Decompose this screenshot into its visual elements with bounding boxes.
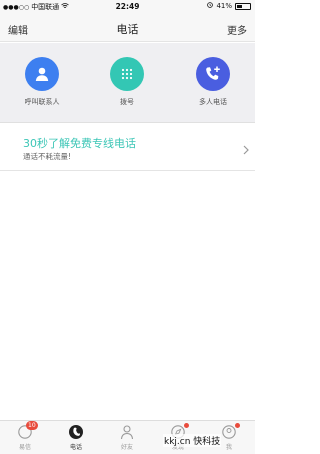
phone-icon [68, 424, 84, 440]
friends-icon [119, 424, 135, 440]
conference-call-button[interactable]: 多人电话 [178, 57, 248, 107]
tab-messages[interactable]: 10 易信 [8, 421, 42, 451]
promo-subtitle: 通话不耗流量! [23, 152, 72, 161]
battery-icon [235, 2, 251, 10]
dialpad-label: 拨号 [120, 98, 134, 106]
battery-percent: 41% [216, 2, 232, 10]
tab-messages-label: 易信 [18, 444, 31, 451]
conference-call-icon [196, 57, 230, 91]
tab-friends[interactable]: 好友 [110, 424, 144, 451]
alarm-icon [207, 2, 214, 10]
promo-banner[interactable]: 30秒了解免费专线电话 通话不耗流量! [0, 123, 255, 171]
contact-icon [25, 57, 59, 91]
tab-phone-label: 电话 [69, 444, 82, 451]
tab-friends-label: 好友 [120, 444, 133, 451]
battery-level [237, 4, 242, 8]
dialpad-icon [110, 57, 144, 91]
discover-dot-badge [184, 423, 189, 428]
call-contact-button[interactable]: 呼叫联系人 [7, 57, 77, 107]
promo-title: 30秒了解免费专线电话 [23, 137, 136, 150]
me-dot-badge [235, 423, 240, 428]
message-icon: 10 [17, 421, 38, 440]
tab-phone[interactable]: 电话 [59, 424, 93, 451]
unread-badge: 10 [26, 421, 38, 430]
chevron-right-icon [243, 140, 249, 159]
page-title: 电话 [116, 23, 139, 36]
me-icon [221, 423, 240, 440]
dialpad-button[interactable]: 拨号 [92, 57, 162, 107]
call-contact-label: 呼叫联系人 [24, 98, 60, 106]
nav-bar: 编辑 电话 更多 [0, 14, 255, 42]
action-row: 呼叫联系人 拨号 多人电话 [0, 43, 255, 123]
more-button[interactable]: 更多 [227, 22, 247, 37]
status-right: 41% [207, 2, 251, 10]
watermark: kkj.cn 快科技 [163, 434, 222, 447]
conference-call-label: 多人电话 [199, 98, 227, 106]
status-bar: ●●●○○ 中国联通 22:49 41% [0, 0, 255, 14]
